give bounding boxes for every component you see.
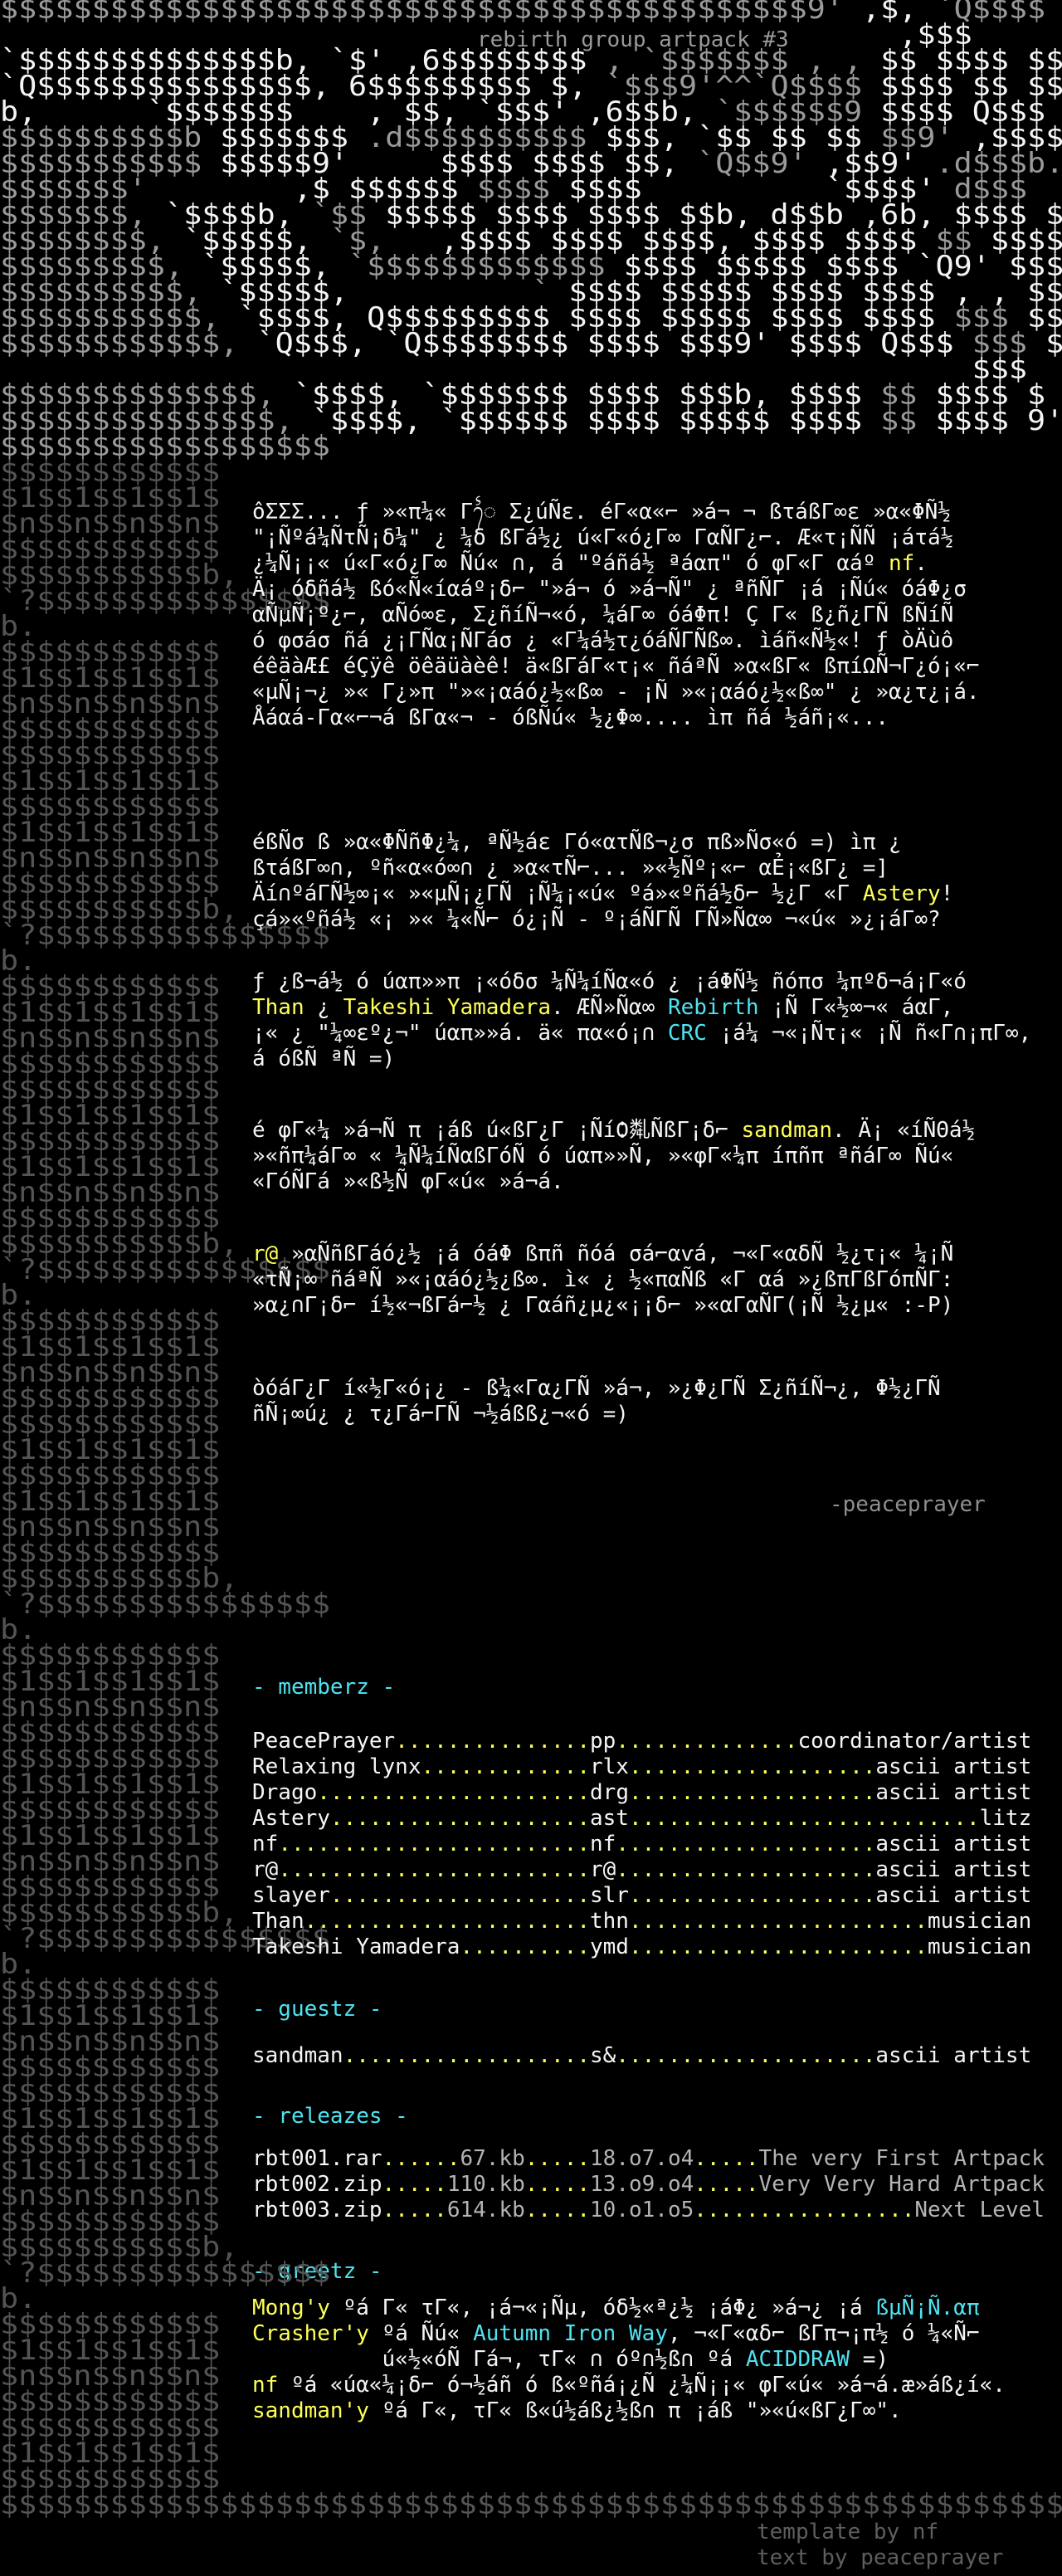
- member-list: PeacePrayer...............pp............…: [252, 1729, 1031, 1960]
- text-line: Than......................thn...........…: [252, 1909, 1031, 1934]
- text-line: Mong'y ºá Γ« τΓ«, ¡á¬«¡Ñµ, óδ½«ª¿½ ¡áΦ¿ …: [252, 2295, 1006, 2321]
- text-line: Ä¡ óδñá½ ßó«Ñ«íαáº¡δ⌐ "»á¬ ó »á¬Ñ" ¿ ªñÑ…: [252, 577, 980, 603]
- text-line: ñÑ¡∞ú¿ ¿ τ¿Γá⌐ΓÑ ¬½áßß¿¬«ó =): [252, 1402, 941, 1427]
- newyear-paragraph: éßÑσ ß »α«ΦÑñΦ¿¼, ªÑ½áε Γó«ατÑß¬¿σ πß»Ñσ…: [252, 830, 953, 933]
- logo-art: $$$$$$$$$$$$$$$$$$$$$$$$$$$$$$$$$$$$$$$$…: [0, 0, 1062, 460]
- text-line: éßÑσ ß »α«ΦÑñΦ¿¼, ªÑ½áε Γó«ατÑß¬¿σ πß»Ñσ…: [252, 830, 953, 856]
- text-line: "¡Ñºá¼ÑτÑ¡δ¼" ¿ ¼δ ßΓá½¿ ú«Γ«ó¿Γ∞ ΓαÑΓ¿⌐…: [252, 525, 980, 551]
- ra-paragraph: r@ »αÑñßΓáó¿½ ¡á óáΦ ßπñ ñóá σá⌐αѵá, ¬«Γ…: [252, 1242, 953, 1319]
- text-line: ú«½«óÑ Γá¬, τΓ« ∩ óº∩½ß∩ ºá ACIDDRAW =): [252, 2347, 1006, 2373]
- text-line: Äí∩ºáΓÑ½∞¡« »«µÑ¡¿ΓÑ ¡Ñ¼¡«ú« ºá»«ºñá½δ⌐ …: [252, 881, 953, 907]
- text-line: nf ºá «úα«¼¡δ⌐ ó¬½áñ ó ß«ºñá¡¿Ñ ¿¼Ñ¡¡« φ…: [252, 2373, 1006, 2398]
- text-line: Takeshi Yamadera..........ymd...........…: [252, 1934, 1031, 1960]
- text-line: rbt003.zip.....614.kb.....10.o1.o5......…: [252, 2198, 1045, 2223]
- guest-list: sandman...................s&............…: [252, 2043, 1031, 2069]
- text-line: $$$$$$$$$$$$$$$$$$$$$$$$$$$$$$$$$$$$$$$$…: [0, 2492, 1062, 2518]
- text-line: ¿¼Ñ¡¡« ú«Γ«ó¿Γ∞ Ñú« ∩, á "ºáñá½ ªáαπ" ó …: [252, 551, 980, 577]
- text-line: sandman...................s&............…: [252, 2043, 1031, 2069]
- text-line: Astery....................ast...........…: [252, 1806, 1031, 1832]
- text-line: Drago.....................drg...........…: [252, 1780, 1031, 1806]
- text-line: éêäàÆ£ éÇÿê öêäüàèê! ä«ßΓáΓ«τ¡« ñáªÑ »α«…: [252, 654, 980, 680]
- text-line: «ΓóÑΓá »«ß½Ñ φΓ«ú« »á¬á.: [252, 1169, 975, 1195]
- text-line: `?$$$$$$$$$$$$$$$$: [0, 2261, 1062, 2286]
- release-list: rbt001.rar......67.kb.....18.o7.o4.....T…: [252, 2146, 1045, 2223]
- footer-template-credit: template by nf: [757, 2520, 938, 2545]
- text-line: r@........................r@............…: [252, 1857, 1031, 1883]
- text-line: sandman'y ºá Γ«, τΓ« ß«ú½áß¿½ß∩ π ¡áß "»…: [252, 2398, 1006, 2424]
- text-line: Åáαá-Γα«⌐¬á ßΓα«¬ - óßÑú« ½¿Φ∞.... ìπ ñá…: [252, 705, 980, 731]
- text-line: òóáΓ¿Γ í«½Γ«ó¡¿ - ß¼«Γα¿ΓÑ »á¬, »¿Φ¿ΓÑ Σ…: [252, 1376, 941, 1402]
- text-line: nf........................nf............…: [252, 1832, 1031, 1857]
- text-line: »α¿∩Γ¡δ⌐ í½«¬ßΓá⌐½ ¿ Γαáñ¿µ¿«¡¡δ⌐ »«αΓαÑ…: [252, 1293, 953, 1319]
- text-line: PeacePrayer...............pp............…: [252, 1729, 1031, 1754]
- text-line: ƒ ¿ß¬á½ ó úαπ»»π ¡«óδσ ¼Ñ¼íÑα«ó ¿ ¡áΦÑ½ …: [252, 969, 1031, 995]
- musicians-paragraph: ƒ ¿ß¬á½ ó úαπ»»π ¡«óδσ ¼Ñ¼íÑα«ó ¿ ¡áΦÑ½ …: [252, 969, 1031, 1072]
- text-line: r@ »αÑñßΓáó¿½ ¡á óáΦ ßπñ ñóá σá⌐αѵá, ¬«Γ…: [252, 1242, 953, 1267]
- text-line: ¡« ¿ "¼∞εº¿¬" úαπ»»á. ä« πα«ó¡∩ CRC ¡á¼ …: [252, 1021, 1031, 1046]
- text-line: é φΓ«¼ »á¬Ñ π ¡áß ú«ßΓ¿Γ ¡ÑíѺ亃ÑßΓ¡δ⌐ san…: [252, 1118, 975, 1144]
- text-line: çá»«ºñá½ «¡ »« ¼«Ñ⌐ ó¿¡Ñ - º¡áÑΓÑ ΓÑ»Ñα∞…: [252, 907, 953, 933]
- greetz-list: Mong'y ºá Γ« τΓ«, ¡á¬«¡Ñµ, óδ½«ª¿½ ¡áΦ¿ …: [252, 2295, 1006, 2424]
- text-line: «µÑ¡¬¿ »« Γ¿»π "»«¡αáó¿½«ß∞ - ¡Ñ »«¡αáó¿…: [252, 680, 980, 705]
- text-line: rbt001.rar......67.kb.....18.o7.o4.....T…: [252, 2146, 1045, 2172]
- text-line: «τÑ¡∞ ñáªÑ »«¡αáó¿½¿ß∞. ì« ¿ ½«παÑß «Γ α…: [252, 1267, 953, 1293]
- text-line: ôΣΣΣ... ƒ »«π¼« Γᬿ Σ¿úÑε. éΓ«α«⌐ »á¬ ¬ ß…: [252, 500, 980, 525]
- text-line: αÑµÑ¡º¿⌐, αÑó∞ε, Σ¿ñíÑ¬«ó, ¼áΓ∞ óáΦπ! Ç …: [252, 603, 980, 628]
- footer-text-credit: text by peaceprayer: [757, 2545, 1003, 2571]
- nfo-page: { "header": { "title": "rebirth group ar…: [0, 0, 1062, 2576]
- text-line: Relaxing lynx.............rlx...........…: [252, 1754, 1031, 1780]
- text-line: »«ñπ¼áΓ∞ « ¼Ñ¼íÑαßΓóÑ ó úαπ»»Ñ, »«φΓ«¼π …: [252, 1144, 975, 1169]
- text-line: slayer....................slr...........…: [252, 1883, 1031, 1909]
- text-line: Than ¿ Takeshi Yamadera. ÆÑ»Ñα∞ Rebirth …: [252, 995, 1031, 1021]
- text-line: ßτáßΓ∞∩, ºñ«α«ó∞∩ ¿ »α«τÑ⌐... »«½Ñº¡«⌐ α…: [252, 856, 953, 881]
- sandman-paragraph: é φΓ«¼ »á¬Ñ π ¡áß ú«ßΓ¿Γ ¡ÑíѺ亃ÑßΓ¡δ⌐ san…: [252, 1118, 975, 1195]
- text-line: `?$$$$$$$$$$$$$$$$: [0, 1592, 1062, 1617]
- text-line: Crasher'y ºá Ñú« Autumn Iron Way, ¬«Γ«αδ…: [252, 2321, 1006, 2347]
- outro-paragraph: òóáΓ¿Γ í«½Γ«ó¡¿ - ß¼«Γα¿ΓÑ »á¬, »¿Φ¿ΓÑ Σ…: [252, 1376, 941, 1427]
- text-line: á óßÑ ªÑ =): [252, 1046, 1031, 1072]
- text-line: ó φσáσ ñá ¿¡ΓÑα¡ÑΓáσ ¿ «Γ¼á½τ¿óáÑΓÑß∞. ì…: [252, 628, 980, 654]
- text-line: rbt002.zip.....110.kb.....13.o9.o4.....V…: [252, 2172, 1045, 2198]
- intro-paragraph: ôΣΣΣ... ƒ »«π¼« Γᬿ Σ¿úÑε. éΓ«α«⌐ »á¬ ¬ ß…: [252, 500, 980, 731]
